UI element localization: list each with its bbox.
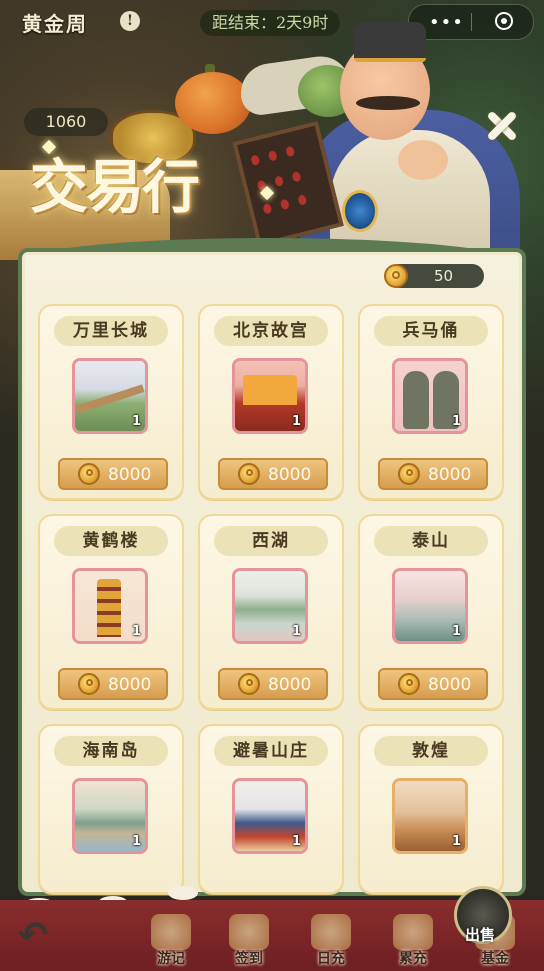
nav-label: 累充 [399, 951, 427, 967]
cloud-decoration [168, 886, 198, 900]
back-arrow-icon[interactable]: ↶ [18, 918, 54, 954]
merchant-mustache [356, 96, 420, 110]
target-icon[interactable] [495, 12, 513, 30]
item-quantity: 1 [291, 414, 301, 429]
item-name: 万里长城 [54, 316, 168, 346]
item-price: 8000 [108, 465, 152, 485]
top-bar: 黄金周 ! 距结束：2天9时 ••• [0, 0, 544, 44]
sign-in-icon [229, 914, 269, 950]
item-card-summer-resort: 避暑山庄 1 [198, 724, 344, 894]
item-card-hainan-island: 海南岛 1 [38, 724, 184, 894]
item-image[interactable]: 1 [232, 568, 308, 644]
item-price: 8000 [428, 465, 472, 485]
coin-icon [384, 264, 408, 288]
item-image[interactable]: 1 [392, 568, 468, 644]
item-image[interactable]: 1 [392, 778, 468, 854]
item-quantity: 1 [451, 624, 461, 639]
item-name: 敦煌 [374, 736, 488, 766]
coin-balance: 50 [384, 264, 484, 288]
item-quantity: 1 [131, 414, 141, 429]
more-icon[interactable]: ••• [429, 12, 464, 33]
buy-button[interactable]: 8000 [58, 458, 168, 490]
item-price: 8000 [268, 675, 312, 695]
item-name: 西湖 [214, 526, 328, 556]
item-quantity: 1 [291, 624, 301, 639]
coin-icon [238, 673, 260, 695]
item-card-great-wall: 万里长城 1 8000 [38, 304, 184, 500]
coin-balance-value: 50 [434, 267, 454, 285]
item-card-terracotta-warriors: 兵马俑 1 8000 [358, 304, 504, 500]
item-name: 泰山 [374, 526, 488, 556]
buy-button[interactable]: 8000 [378, 668, 488, 700]
item-quantity: 1 [451, 834, 461, 849]
merchant-hand [398, 140, 448, 180]
item-card-west-lake: 西湖 1 8000 [198, 514, 344, 710]
pumpkin-illustration [175, 72, 251, 134]
item-card-forbidden-city: 北京故宫 1 8000 [198, 304, 344, 500]
amulet-illustration [342, 190, 378, 232]
item-image[interactable]: 1 [72, 568, 148, 644]
nav-item-daily-recharge[interactable]: 日充 [296, 914, 366, 970]
alert-icon[interactable]: ! [120, 11, 140, 31]
coin-icon [398, 673, 420, 695]
nav-label: 日充 [317, 951, 345, 967]
event-countdown: 距结束：2天9时 [200, 10, 341, 36]
item-price: 8000 [268, 465, 312, 485]
nav-item-sign-in[interactable]: 签到 [214, 914, 284, 970]
mini-program-capsule: ••• [408, 4, 534, 40]
nav-label: 游记 [157, 951, 185, 967]
buy-button[interactable]: 8000 [218, 668, 328, 700]
buy-button[interactable]: 8000 [58, 668, 168, 700]
item-image[interactable]: 1 [232, 778, 308, 854]
item-name: 海南岛 [54, 736, 168, 766]
daily-recharge-icon [311, 914, 351, 950]
buy-button[interactable]: 8000 [218, 458, 328, 490]
nav-label: 签到 [235, 951, 263, 967]
coin-icon [78, 673, 100, 695]
page-title: 交易行 [30, 153, 200, 221]
item-quantity: 1 [131, 624, 141, 639]
sell-label[interactable]: 出售 [452, 924, 508, 945]
item-price: 8000 [108, 675, 152, 695]
app-title: 黄金周 [22, 12, 88, 36]
capsule-divider [471, 13, 472, 31]
nav-label: 基金 [481, 951, 509, 967]
item-image[interactable]: 1 [72, 358, 148, 434]
item-name: 兵马俑 [374, 316, 488, 346]
item-image[interactable]: 1 [232, 358, 308, 434]
nav-item-cumulative-recharge[interactable]: 累充 [378, 914, 448, 970]
coin-counter: 1060 [24, 108, 108, 136]
nav-item-travelogue[interactable]: 游记 [136, 914, 206, 970]
merchant-hat [354, 22, 426, 62]
coin-icon [398, 463, 420, 485]
item-card-dunhuang: 敦煌 1 [358, 724, 504, 894]
travelogue-icon [151, 914, 191, 950]
buy-button[interactable]: 8000 [378, 458, 488, 490]
cumulative-recharge-icon [393, 914, 433, 950]
item-image[interactable]: 1 [392, 358, 468, 434]
coin-icon [238, 463, 260, 485]
item-price: 8000 [428, 675, 472, 695]
item-image[interactable]: 1 [72, 778, 148, 854]
close-button[interactable] [480, 104, 524, 148]
item-card-mount-tai: 泰山 1 8000 [358, 514, 504, 710]
item-quantity: 1 [131, 834, 141, 849]
item-name: 黄鹤楼 [54, 526, 168, 556]
coin-icon [78, 463, 100, 485]
item-name: 避暑山庄 [214, 736, 328, 766]
item-card-yellow-crane-tower: 黄鹤楼 1 8000 [38, 514, 184, 710]
item-quantity: 1 [451, 414, 461, 429]
item-name: 北京故宫 [214, 316, 328, 346]
item-quantity: 1 [291, 834, 301, 849]
